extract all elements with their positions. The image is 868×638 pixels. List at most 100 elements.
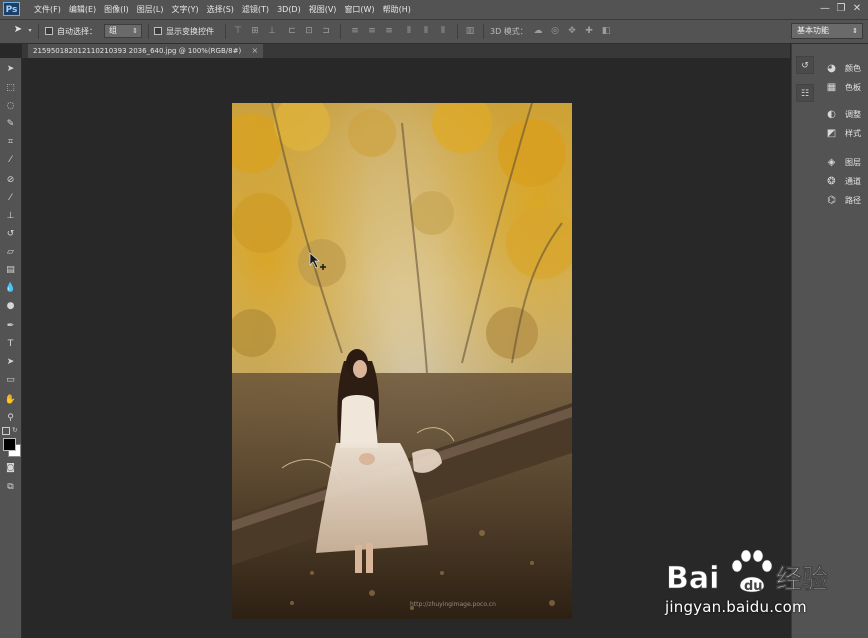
paths-icon: ⌬ [827,195,836,206]
panel-button-swatches[interactable]: ▦ 色板 [822,79,866,96]
distribute-left-icon[interactable]: ⦀ [404,26,414,36]
type-tool-icon[interactable]: T [4,338,17,351]
dodge-tool-icon[interactable]: ● [4,300,17,313]
menu-type[interactable]: 文字(Y) [167,0,202,19]
chevron-down-icon: ⇕ [852,27,858,35]
channels-icon: ❂ [827,176,836,187]
gradient-tool-icon[interactable]: ▤ [4,264,17,277]
separator [148,24,149,39]
eyedropper-tool-icon[interactable]: ⁄ [4,154,17,167]
show-transform-checkbox[interactable] [154,27,162,35]
quick-mask-icon[interactable]: ◙ [4,462,17,475]
options-bar: ➤ ▾ 自动选择： 组 ⇕ 显示变换控件 ⊤ ⊞ ⊥ ⊏ ⊡ ⊐ ≡ ≡ ≡ ⦀… [0,20,868,44]
photoshop-logo: Ps [3,2,20,16]
marquee-tool-icon[interactable]: ⬚ [4,82,17,95]
move-cursor-icon [309,252,326,270]
menu-edit[interactable]: 编辑(E) [65,0,100,19]
workspace-dropdown[interactable]: 基本功能 ⇕ [791,23,863,39]
photo-watermark: http://zhuyingimage.poco.cn [410,601,496,608]
drag-3d-icon[interactable]: ✥ [567,26,577,36]
separator [225,24,226,39]
chevron-down-icon[interactable]: ▾ [25,26,35,36]
tools-panel: ➤ ⬚ ◌ ✎ ⌗ ⁄ ⊘ ⁄ ⊥ ↺ ▱ ▤ 💧 ● ✒ T ➤ ▭ ✋ ⚲ … [0,58,22,638]
align-hcenter-icon[interactable]: ⊡ [304,26,314,36]
screen-mode-icon[interactable]: ⧉ [4,481,17,494]
panel-button-channels[interactable]: ❂ 通道 [822,173,866,190]
menu-select[interactable]: 选择(S) [203,0,238,19]
distribute-vcenter-icon[interactable]: ≡ [367,26,377,36]
path-select-tool-icon[interactable]: ➤ [4,356,17,369]
distribute-hcenter-icon[interactable]: ⦀ [421,26,431,36]
svg-text:du: du [744,579,763,594]
default-colors-icon[interactable] [2,427,10,435]
brush-tool-icon[interactable]: ⁄ [4,192,17,205]
menu-bar: Ps 文件(F) 编辑(E) 图像(I) 图层(L) 文字(Y) 选择(S) 滤… [0,0,868,20]
auto-select-checkbox[interactable] [45,27,53,35]
panel-button-styles[interactable]: ◩ 样式 [822,125,866,142]
align-top-icon[interactable]: ⊤ [233,26,243,36]
move-tool-icon[interactable]: ➤ [4,63,17,76]
crop-tool-icon[interactable]: ⌗ [4,136,17,149]
palette-icon: ◕ [827,63,836,74]
menu-filter[interactable]: 滤镜(T) [238,0,273,19]
align-right-icon[interactable]: ⊐ [321,26,331,36]
hand-tool-icon[interactable]: ✋ [4,394,17,407]
move-tool-preset-icon[interactable]: ➤ [11,25,25,35]
menu-view[interactable]: 视图(V) [305,0,341,19]
healing-brush-tool-icon[interactable]: ⊘ [4,174,17,187]
distribute-top-icon[interactable]: ≡ [350,26,360,36]
menu-help[interactable]: 帮助(H) [379,0,415,19]
foreground-color-swatch[interactable] [3,438,16,451]
roll-3d-icon[interactable]: ◎ [550,26,560,36]
scale-3d-icon[interactable]: ◧ [601,26,611,36]
distribute-bottom-icon[interactable]: ≡ [384,26,394,36]
quick-select-tool-icon[interactable]: ✎ [4,118,17,131]
document-tab-title: 215950182012110210393 2036_640.jpg @ 100… [33,47,242,55]
eraser-tool-icon[interactable]: ▱ [4,246,17,259]
auto-select-target-dropdown[interactable]: 组 ⇕ [104,24,142,38]
properties-panel-icon[interactable]: ☷ [796,84,814,102]
jingyan-brand-text: 经验 [776,564,828,595]
minimize-button[interactable]: — [818,2,832,16]
menu-file[interactable]: 文件(F) [30,0,65,19]
panel-label-styles: 样式 [845,129,861,138]
pen-tool-icon[interactable]: ✒ [4,320,17,333]
panel-button-layers[interactable]: ◈ 图层 [822,154,866,171]
workspace-value: 基本功能 [797,26,829,35]
dropdown-arrow-icon: ⇕ [132,27,138,35]
blur-tool-icon[interactable]: 💧 [4,282,17,295]
menu-window[interactable]: 窗口(W) [340,0,378,19]
orbit-3d-icon[interactable]: ☁ [533,26,543,36]
distribute-right-icon[interactable]: ⦀ [438,26,448,36]
restore-button[interactable]: ❐ [834,2,848,16]
panel-button-paths[interactable]: ⌬ 路径 [822,192,866,209]
lasso-tool-icon[interactable]: ◌ [4,100,17,113]
auto-select-label: 自动选择： [57,27,97,36]
swap-colors-icon[interactable]: ↻ [12,426,18,434]
slide-3d-icon[interactable]: ✚ [584,26,594,36]
swatches-icon: ▦ [826,82,837,93]
clone-stamp-tool-icon[interactable]: ⊥ [4,210,17,223]
panel-button-color[interactable]: ◕ 颜色 [822,60,866,77]
menu-3d[interactable]: 3D(D) [273,0,305,19]
menu-image[interactable]: 图像(I) [100,0,133,19]
close-window-button[interactable]: ✕ [850,2,864,16]
styles-icon: ◩ [826,128,837,139]
align-vcenter-icon[interactable]: ⊞ [250,26,260,36]
history-brush-tool-icon[interactable]: ↺ [4,228,17,241]
auto-align-icon[interactable]: ▥ [465,26,475,36]
layers-icon: ◈ [827,157,836,168]
auto-select-target-value: 组 [109,26,117,35]
menu-layer[interactable]: 图层(L) [133,0,168,19]
close-icon[interactable]: × [251,44,258,58]
document-image[interactable]: http://zhuyingimage.poco.cn [232,103,572,619]
zoom-tool-icon[interactable]: ⚲ [4,412,17,425]
panel-button-adjustments[interactable]: ◐ 调整 [822,106,866,123]
align-bottom-icon[interactable]: ⊥ [267,26,277,36]
history-panel-icon[interactable]: ↺ [796,56,814,74]
document-tab[interactable]: 215950182012110210393 2036_640.jpg @ 100… [28,44,264,58]
separator [457,24,458,39]
align-left-icon[interactable]: ⊏ [287,26,297,36]
rectangle-tool-icon[interactable]: ▭ [4,374,17,387]
separator [483,24,484,39]
